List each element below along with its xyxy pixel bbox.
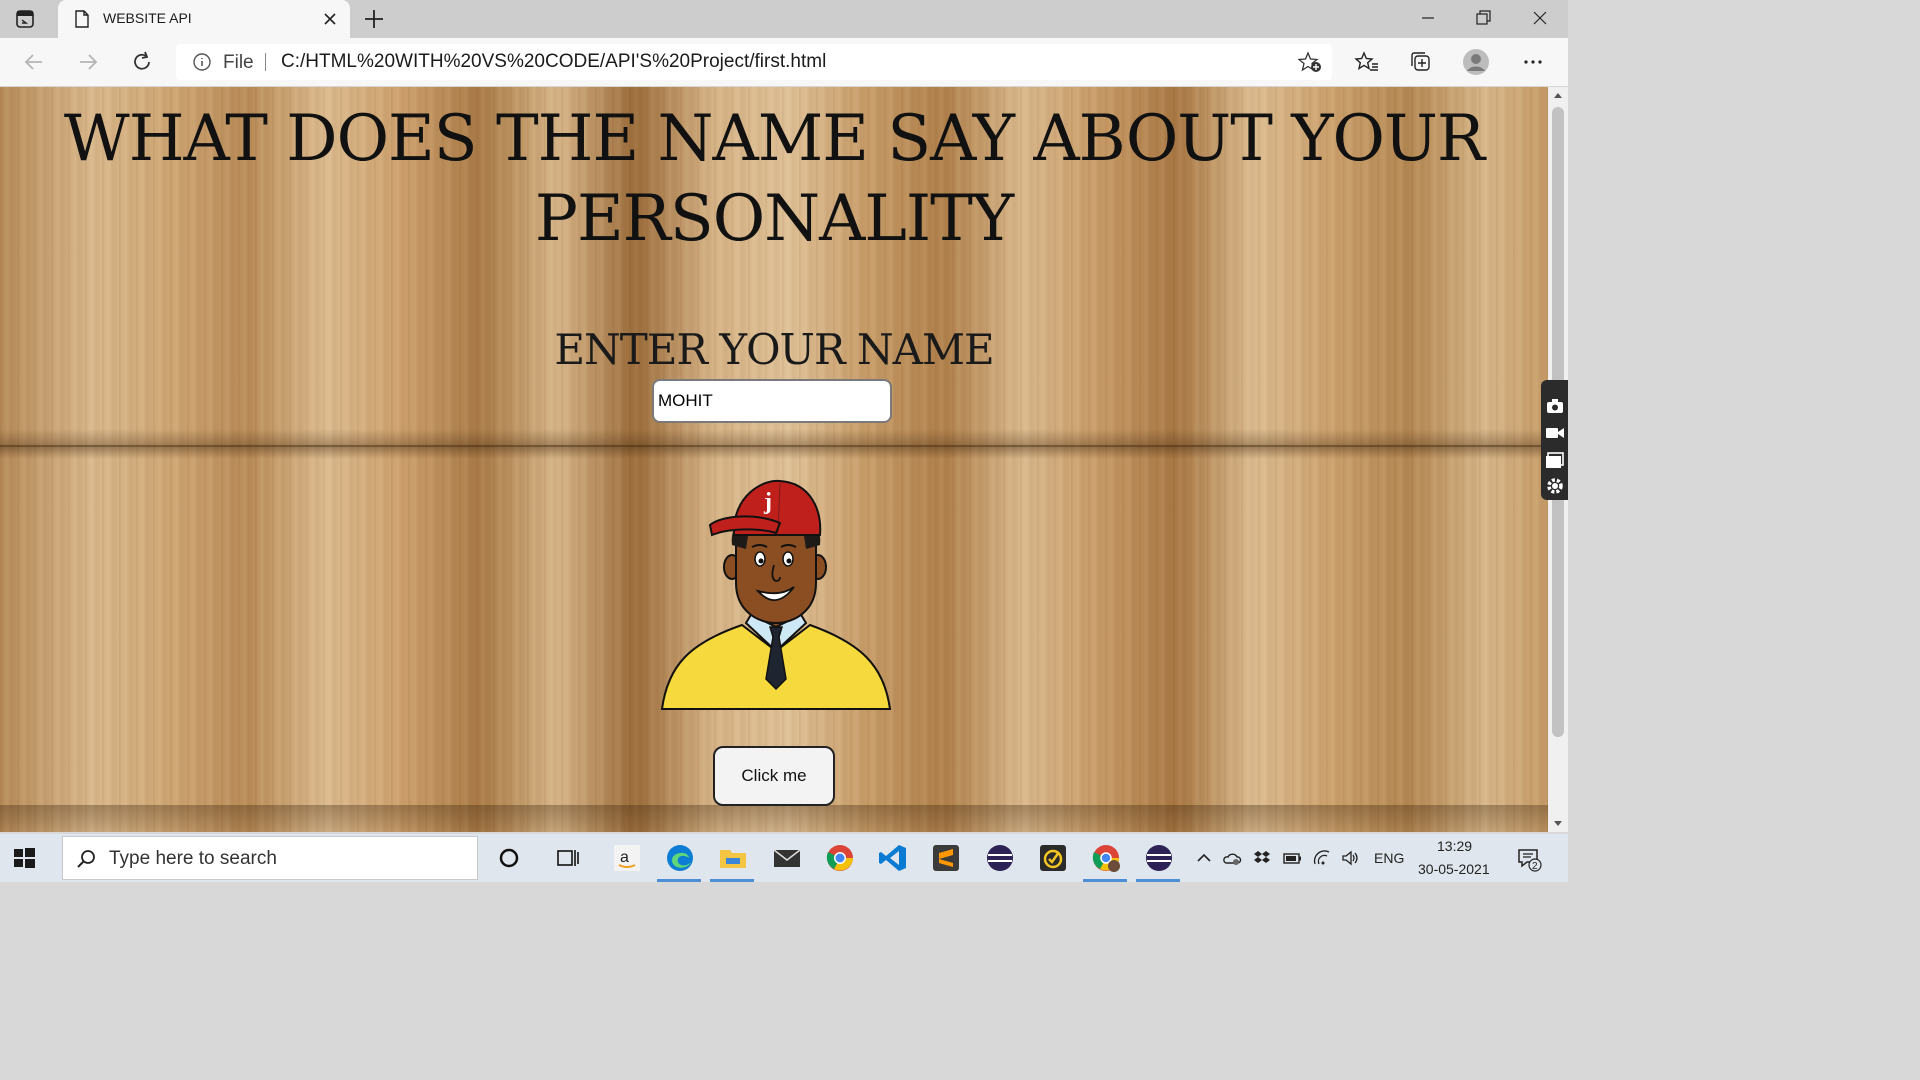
onedrive-icon[interactable] xyxy=(1222,848,1242,868)
clock-date[interactable]: 30-05-2021 xyxy=(1418,861,1490,877)
browser-tab[interactable]: WEBSITE API xyxy=(58,0,350,38)
sublime-icon[interactable] xyxy=(930,842,962,874)
cortana-icon[interactable] xyxy=(493,842,525,874)
name-input[interactable] xyxy=(652,379,892,423)
add-favorite-icon[interactable] xyxy=(1298,51,1322,73)
address-divider xyxy=(265,53,266,71)
mail-icon[interactable] xyxy=(771,842,803,874)
gallery-icon[interactable] xyxy=(1545,450,1565,470)
new-tab-icon[interactable] xyxy=(362,7,386,31)
clock-time[interactable]: 13:29 xyxy=(1437,838,1472,854)
task-view-icon[interactable] xyxy=(552,842,584,874)
active-app-indicator xyxy=(710,879,754,882)
notification-count: 2 xyxy=(1532,861,1538,872)
wood-shadow xyxy=(0,805,1548,832)
cartoon-avatar: j xyxy=(660,479,892,710)
cap-letter: j xyxy=(763,489,772,515)
windows-taskbar: Type here to search a ENG 13:29 30-05-20… xyxy=(0,834,1568,882)
scroll-down-icon[interactable] xyxy=(1553,820,1563,828)
page-icon xyxy=(75,10,89,28)
collections-icon[interactable] xyxy=(1407,48,1435,76)
notification-center-icon[interactable]: 2 xyxy=(1516,846,1542,872)
tab-actions-icon[interactable] xyxy=(14,8,36,30)
scroll-up-icon[interactable] xyxy=(1553,91,1563,99)
active-app-indicator xyxy=(1083,879,1127,882)
close-window-icon[interactable] xyxy=(1525,4,1555,32)
svg-text:a: a xyxy=(620,849,629,866)
more-options-icon[interactable] xyxy=(1519,48,1547,76)
camera-icon[interactable] xyxy=(1545,396,1565,416)
search-icon xyxy=(77,850,95,868)
enter-name-label: ENTER YOUR NAME xyxy=(554,325,994,374)
volume-icon[interactable] xyxy=(1340,848,1360,868)
navigation-bar: File C:/HTML%20WITH%20VS%20CODE/API'S%20… xyxy=(0,38,1568,87)
click-me-button[interactable]: Click me xyxy=(713,746,835,806)
todo-icon[interactable] xyxy=(1037,842,1069,874)
info-icon[interactable] xyxy=(192,52,212,72)
windows-start-icon[interactable] xyxy=(12,846,36,870)
video-icon[interactable] xyxy=(1545,423,1565,443)
language-indicator[interactable]: ENG xyxy=(1374,850,1404,866)
wood-shadow xyxy=(0,445,1548,459)
amazon-icon[interactable]: a xyxy=(611,842,643,874)
eclipse-icon[interactable] xyxy=(984,842,1016,874)
url-text[interactable]: C:/HTML%20WITH%20VS%20CODE/API'S%20Proje… xyxy=(281,51,826,73)
page-headline: WHAT DOES THE NAME SAY ABOUT YOUR PERSON… xyxy=(63,102,1485,256)
restore-icon[interactable] xyxy=(1468,4,1498,32)
address-bar[interactable]: File C:/HTML%20WITH%20VS%20CODE/API'S%20… xyxy=(176,44,1332,80)
chrome-profile-icon[interactable] xyxy=(1090,842,1122,874)
chrome-icon[interactable] xyxy=(824,842,856,874)
tab-title: WEBSITE API xyxy=(103,10,192,26)
edge-icon[interactable] xyxy=(664,842,696,874)
refresh-icon[interactable] xyxy=(128,48,156,76)
forward-icon[interactable] xyxy=(74,48,102,76)
file-explorer-icon[interactable] xyxy=(717,842,749,874)
search-placeholder: Type here to search xyxy=(109,848,277,869)
back-icon[interactable] xyxy=(20,48,48,76)
taskbar-search[interactable]: Type here to search xyxy=(62,836,478,880)
eclipse-alt-icon[interactable] xyxy=(1143,842,1175,874)
profile-avatar-icon[interactable] xyxy=(1462,48,1490,76)
wifi-icon[interactable] xyxy=(1312,848,1332,868)
capture-toolbar xyxy=(1541,380,1568,500)
battery-icon[interactable] xyxy=(1282,848,1302,868)
favorites-icon[interactable] xyxy=(1353,48,1381,76)
settings-icon[interactable] xyxy=(1545,476,1565,496)
show-hidden-icons-icon[interactable] xyxy=(1194,848,1214,868)
vscode-icon[interactable] xyxy=(877,842,909,874)
minimize-icon[interactable] xyxy=(1413,4,1443,32)
close-tab-icon[interactable] xyxy=(320,9,340,29)
active-app-indicator xyxy=(1136,879,1180,882)
dropbox-icon[interactable] xyxy=(1252,848,1272,868)
scheme-label: File xyxy=(223,52,254,73)
active-app-indicator xyxy=(657,879,701,882)
tab-strip: WEBSITE API xyxy=(0,0,1568,38)
page-viewport: WHAT DOES THE NAME SAY ABOUT YOUR PERSON… xyxy=(0,87,1548,832)
